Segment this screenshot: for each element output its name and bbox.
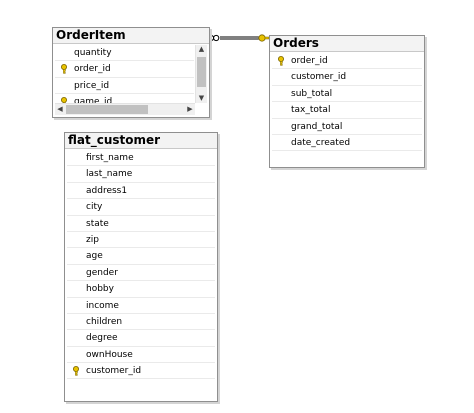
column-name: last_name xyxy=(86,169,133,180)
relationship-orderitem-orders[interactable] xyxy=(207,34,270,42)
column-name: grand_total xyxy=(291,121,343,132)
column-row[interactable]: children xyxy=(67,314,215,331)
column-name: order_id xyxy=(74,64,111,75)
column-name: order_id xyxy=(291,56,328,66)
chevron-up-icon[interactable]: ▲ xyxy=(196,45,207,54)
column-name: first_name xyxy=(86,153,134,163)
horizontal-scrollbar[interactable]: ◀ ▶ xyxy=(55,103,195,115)
table-flat-customer[interactable]: flat_customer first_name last_nameaddress… xyxy=(64,132,218,402)
column-name: age xyxy=(86,251,103,262)
column-list: quantity order_id price_id game_id xyxy=(55,45,194,103)
column-name: date_created xyxy=(291,137,351,148)
column-row[interactable]: hobby xyxy=(67,281,215,298)
column-name: hobby xyxy=(86,284,114,295)
scrollbar-thumb[interactable] xyxy=(197,57,206,87)
key-icon xyxy=(61,64,67,75)
column-row[interactable]: address1 xyxy=(67,183,215,200)
chevron-left-icon[interactable]: ◀ xyxy=(55,104,65,115)
column-list: first_name last_name address1 city state zip a… xyxy=(67,150,215,399)
column-name: children xyxy=(86,316,123,327)
column-row[interactable]: customer_id xyxy=(67,363,215,380)
column-row[interactable]: price_id xyxy=(55,78,194,95)
key-icon xyxy=(258,34,270,42)
vertical-scrollbar[interactable]: ▲ ▼ xyxy=(195,45,207,103)
table-orders[interactable]: Orders order_id customer_id sub_total tax_t… xyxy=(269,35,425,168)
column-name: ownHouse xyxy=(86,349,133,360)
column-row[interactable]: first_name xyxy=(67,150,215,167)
table-orderitem[interactable]: OrderItem quantity order_id price_id game_i… xyxy=(52,27,210,118)
column-name: tax_total xyxy=(291,105,331,116)
key-icon xyxy=(278,56,284,66)
column-row[interactable]: date_created xyxy=(272,135,422,152)
column-row[interactable]: age xyxy=(67,248,215,265)
column-list: order_id customer_id sub_total tax_totalgra… xyxy=(272,53,422,165)
column-name: income xyxy=(86,300,119,311)
column-row[interactable]: quantity xyxy=(55,45,194,62)
column-row[interactable]: game_id xyxy=(55,94,194,103)
column-row[interactable]: grand_total xyxy=(272,119,422,135)
column-row[interactable]: gender xyxy=(67,265,215,282)
column-row[interactable]: state xyxy=(67,216,215,232)
column-name: zip xyxy=(86,234,99,245)
column-name: price_id xyxy=(74,80,110,91)
column-row[interactable]: income xyxy=(67,298,215,314)
table-title[interactable]: flat_customer xyxy=(65,133,217,149)
chevron-down-icon[interactable]: ▼ xyxy=(196,94,207,103)
column-row[interactable]: zip xyxy=(67,232,215,249)
column-row[interactable]: order_id xyxy=(55,61,194,78)
column-row[interactable]: customer_id xyxy=(272,69,422,86)
column-name: city xyxy=(86,202,103,213)
column-name: state xyxy=(86,218,109,229)
column-name: degree xyxy=(86,333,118,344)
column-name: sub_total xyxy=(291,88,333,99)
chevron-right-icon[interactable]: ▶ xyxy=(185,104,195,115)
column-row[interactable]: ownHouse xyxy=(67,347,215,364)
column-row[interactable]: last_name xyxy=(67,166,215,183)
key-icon xyxy=(73,366,79,376)
column-name: quantity xyxy=(74,48,112,58)
column-name: address1 xyxy=(86,185,128,196)
table-title[interactable]: Orders xyxy=(270,36,424,52)
column-name: customer_id xyxy=(291,72,347,83)
column-name: customer_id xyxy=(86,366,142,377)
column-row[interactable]: sub_total xyxy=(272,86,422,103)
scrollbar-thumb[interactable] xyxy=(66,105,148,114)
column-row[interactable]: city xyxy=(67,199,215,216)
column-row[interactable]: tax_total xyxy=(272,102,422,119)
column-name: gender xyxy=(86,267,118,278)
column-row[interactable]: order_id xyxy=(272,53,422,70)
column-row[interactable]: degree xyxy=(67,330,215,347)
table-title[interactable]: OrderItem xyxy=(53,28,209,44)
